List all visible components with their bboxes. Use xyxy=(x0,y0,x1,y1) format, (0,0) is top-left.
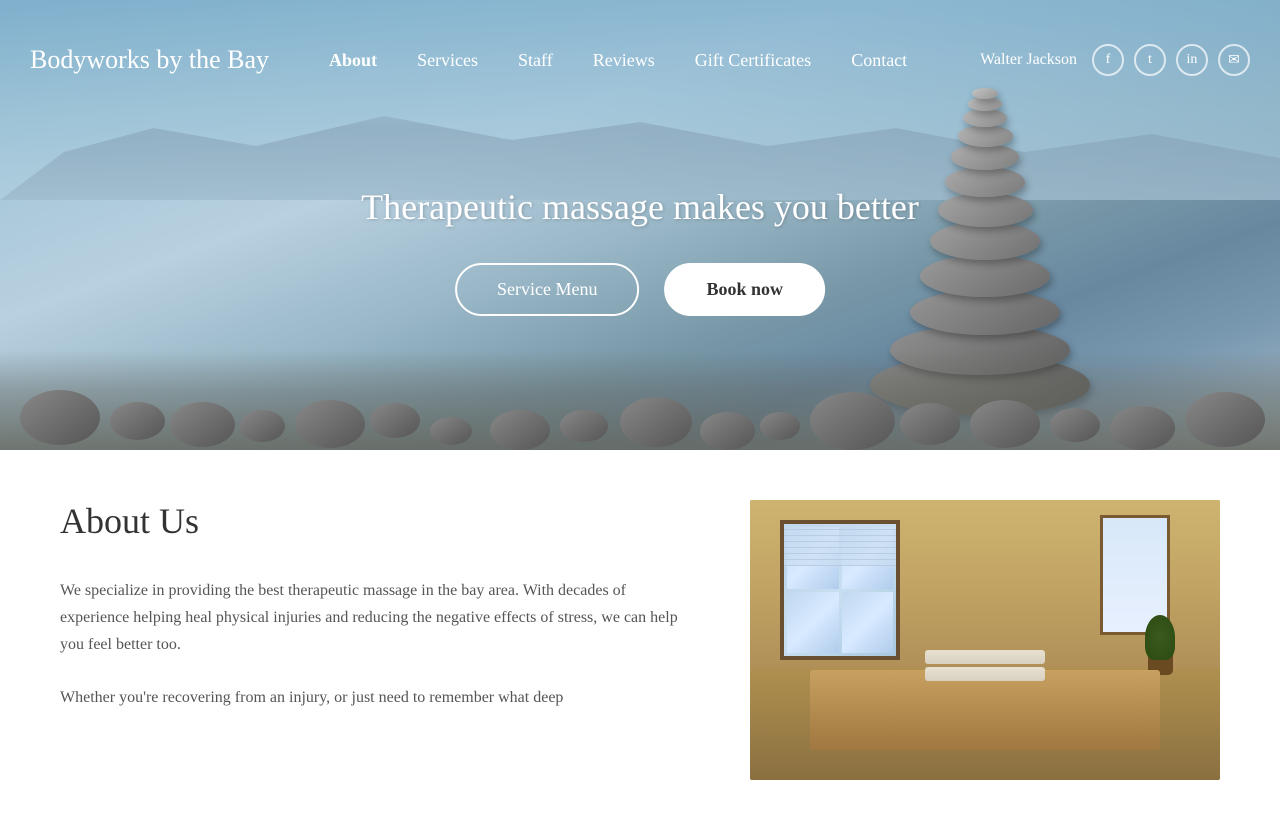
plant-leaves xyxy=(1145,615,1175,660)
stone-7 xyxy=(945,167,1025,197)
rock-5 xyxy=(295,400,365,448)
about-image xyxy=(750,500,1220,780)
rock-10 xyxy=(620,397,692,447)
massage-table xyxy=(810,670,1160,750)
service-menu-button[interactable]: Service Menu xyxy=(455,263,639,316)
social-icons: f t in ✉ xyxy=(1092,44,1250,76)
blind-7 xyxy=(784,560,896,566)
about-paragraph-1: We specialize in providing the best ther… xyxy=(60,577,690,659)
about-section: About Us We specialize in providing the … xyxy=(0,450,1280,830)
stone-6 xyxy=(938,193,1033,227)
about-paragraph-2: Whether you're recovering from an injury… xyxy=(60,684,690,711)
towel-2 xyxy=(925,667,1045,681)
rock-18 xyxy=(1185,392,1265,447)
rock-1 xyxy=(20,390,100,445)
nav-reviews[interactable]: Reviews xyxy=(573,45,675,76)
rock-4 xyxy=(240,410,285,442)
rock-12 xyxy=(760,412,800,440)
rock-14 xyxy=(900,403,960,445)
stone-5 xyxy=(930,222,1040,260)
twitter-icon[interactable]: t xyxy=(1134,44,1166,76)
towel-1 xyxy=(925,650,1045,664)
nav-contact[interactable]: Contact xyxy=(831,45,927,76)
nav-gift-certificates[interactable]: Gift Certificates xyxy=(675,45,831,76)
rocks-foreground xyxy=(0,350,1280,450)
stone-8 xyxy=(951,144,1019,170)
rock-9 xyxy=(560,410,608,442)
nav-links: About Services Staff Reviews Gift Certif… xyxy=(309,45,980,76)
table-towels xyxy=(925,650,1045,680)
room-scene xyxy=(750,500,1220,780)
linkedin-icon[interactable]: in xyxy=(1176,44,1208,76)
rock-7 xyxy=(430,417,472,445)
facebook-icon[interactable]: f xyxy=(1092,44,1124,76)
nav-about[interactable]: About xyxy=(309,45,397,76)
stone-4 xyxy=(920,255,1050,297)
email-icon[interactable]: ✉ xyxy=(1218,44,1250,76)
rock-16 xyxy=(1050,408,1100,442)
about-text: About Us We specialize in providing the … xyxy=(60,500,690,736)
rock-2 xyxy=(110,402,165,440)
stone-9 xyxy=(958,125,1013,147)
rock-8 xyxy=(490,410,550,450)
navigation: Bodyworks by the Bay About Services Staf… xyxy=(0,0,1280,120)
rock-11 xyxy=(700,412,755,450)
rock-3 xyxy=(170,402,235,447)
window-blinds xyxy=(784,524,896,604)
about-title: About Us xyxy=(60,500,690,542)
nav-services[interactable]: Services xyxy=(397,45,498,76)
plant-decoration xyxy=(1145,610,1175,670)
hero-buttons: Service Menu Book now xyxy=(361,263,919,316)
nav-right: Walter Jackson f t in ✉ xyxy=(980,44,1250,76)
nav-staff[interactable]: Staff xyxy=(498,45,573,76)
hero-content: Therapeutic massage makes you better Ser… xyxy=(361,186,919,316)
rock-17 xyxy=(1110,406,1175,450)
user-name: Walter Jackson xyxy=(980,51,1077,69)
rock-6 xyxy=(370,403,420,438)
book-now-button[interactable]: Book now xyxy=(664,263,825,316)
hero-headline: Therapeutic massage makes you better xyxy=(361,186,919,228)
hero-section: Bodyworks by the Bay About Services Staf… xyxy=(0,0,1280,450)
site-logo[interactable]: Bodyworks by the Bay xyxy=(30,45,269,75)
rock-13 xyxy=(810,392,895,450)
rock-15 xyxy=(970,400,1040,448)
